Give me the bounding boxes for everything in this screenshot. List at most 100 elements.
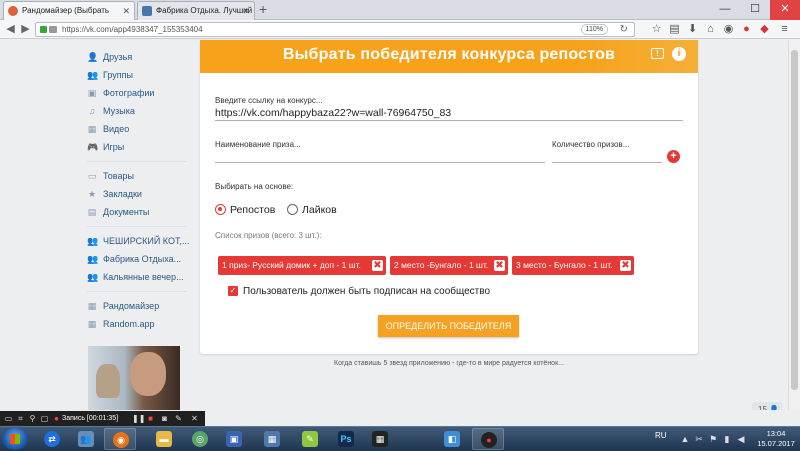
recording-status: Запись [00:01:35] [62,415,119,422]
sidebar-item-music[interactable]: ♫ Музыка [80,102,190,120]
sidebar-item-group-cheshire[interactable]: 👥 ЧЕШИРСКИЙ КОТ,... [80,232,190,250]
remove-prize-icon[interactable]: ✖ [494,260,505,271]
prize-count-input[interactable]: Количество призов... [552,140,629,149]
recorder-window-icon[interactable]: ▢ [40,414,49,423]
bookmark-star-icon[interactable]: ☆ [650,23,663,36]
forward-arrow-icon[interactable]: ▶ [18,22,33,37]
taskbar-photoshop[interactable]: Ps [330,428,362,450]
browser-nav-bar: ◀ ▶ https://vk.com/app4938347_155353404 … [0,20,800,39]
chat-icon[interactable]: ! [651,48,664,59]
reading-list-icon[interactable]: ▤ [668,23,681,36]
taskbar-app-green[interactable]: ◎ [184,428,216,450]
reposts-radio-label[interactable]: Репостов [230,204,275,216]
sidebar-item-documents[interactable]: ▤ Документы [80,203,190,221]
back-arrow-icon[interactable]: ◀ [3,22,18,37]
sidebar-divider [87,291,187,292]
likes-radio[interactable] [287,204,298,215]
taskbar-app-blue[interactable]: ◧ [436,428,468,450]
sidebar-item-group-hookah[interactable]: 👥 Кальянные вечер... [80,268,190,286]
record-indicator-icon: ● [54,414,59,423]
tray-tool-icon[interactable]: ✂ [694,434,704,444]
taskbar-explorer[interactable]: ▬ [148,428,180,450]
film-icon: ▦ [372,431,388,447]
sidebar-item-video[interactable]: ▦ Видео [80,120,190,138]
sidebar-item-label: Группы [103,70,133,80]
sidebar-item-app-random[interactable]: ▦ Random.app [80,315,190,333]
page-scrollbar[interactable] [788,40,800,410]
info-icon[interactable]: i [672,47,686,61]
reposts-radio[interactable] [215,204,226,215]
determine-winner-button[interactable]: ОПРЕДЕЛИТЬ ПОБЕДИТЕЛЯ [378,315,519,337]
pause-icon[interactable]: ❚❚ [132,414,145,423]
teamviewer-icon: ⇄ [44,431,60,447]
sidebar-item-goods[interactable]: ▭ Товары [80,167,190,185]
recorder-close-icon[interactable]: ✕ [190,414,199,423]
zoom-level[interactable]: 110% [580,24,608,35]
gamepad-icon: 🎮 [87,142,99,152]
remove-prize-icon[interactable]: ✖ [620,260,631,271]
address-bar[interactable]: https://vk.com/app4938347_155353404 110%… [35,22,635,37]
adblock-icon[interactable]: ● [740,23,753,36]
tray-flag-icon[interactable]: ⚑ [708,434,718,444]
reload-icon[interactable]: ↻ [620,23,628,36]
add-prize-button[interactable]: + [667,150,680,163]
sidebar-item-label: Кальянные вечер... [103,272,184,282]
sidebar-item-photos[interactable]: ▣ Фотографии [80,84,190,102]
close-window-button[interactable]: ✕ [770,0,800,20]
taskbar-recorder[interactable]: ● [472,428,504,450]
scrollbar-thumb[interactable] [791,50,798,390]
camera-icon[interactable]: ◙ [160,414,169,423]
prize-name-input[interactable]: Наименование приза... [215,140,301,149]
recorder-zoom-icon[interactable]: ⚲ [28,414,37,423]
download-icon[interactable]: ⬇ [686,23,699,36]
home-icon[interactable]: ⌂ [704,23,717,36]
contest-link-input[interactable]: https://vk.com/happybaza22?w=wall-769647… [215,107,451,119]
prize-chip-label: 2 место -Бунгало - 1 шт. [394,260,489,270]
pen-icon[interactable]: ✎ [174,414,183,423]
tab-randomizer[interactable]: Рандомайзер (Выбрать ✕ [3,1,135,20]
tray-volume-icon[interactable]: ◀ [736,434,746,444]
online-counter[interactable]: 15 👤 [752,402,782,410]
subscribe-checkbox-label[interactable]: Пользователь должен быть подписан на соо… [243,286,490,297]
taskbar-editor[interactable]: ✎ [294,428,326,450]
taskbar-users[interactable]: 👥 [70,428,102,450]
sidebar-divider [87,161,187,162]
sync-icon[interactable]: ◉ [722,23,735,36]
system-clock[interactable]: 13:04 15.07.2017 [757,429,795,449]
start-button[interactable] [2,428,28,450]
taskbar-save[interactable]: ▣ [218,428,250,450]
recorder-monitor-icon[interactable]: ▭ [4,414,13,423]
sidebar-item-app-randomizer[interactable]: ▦ Рандомайзер [80,297,190,315]
subscribe-checkbox[interactable]: ✓ [228,286,238,296]
maximize-button[interactable]: ☐ [740,0,770,20]
likes-radio-label[interactable]: Лайков [302,204,337,216]
remove-prize-icon[interactable]: ✖ [372,260,383,271]
taskbar-firefox[interactable]: ◉ [104,428,136,450]
sidebar-photo-banner[interactable] [88,346,180,410]
sidebar-item-games[interactable]: 🎮 Игры [80,138,190,156]
sidebar-item-group-fabrika[interactable]: 👥 Фабрика Отдыха... [80,250,190,268]
app-icon: ▦ [87,301,97,311]
tab-close-icon[interactable]: ✕ [122,2,130,20]
language-indicator[interactable]: RU [655,431,667,440]
taskbar-video[interactable]: ▦ [364,428,396,450]
tab-fabrika[interactable]: Фабрика Отдыха. Лучший с ✕ [137,1,255,20]
extension-icon[interactable]: ◆ [758,23,771,36]
app-icon: ▦ [87,319,97,329]
tab-close-icon[interactable]: ✕ [242,2,250,20]
sidebar-item-bookmarks[interactable]: ★ Закладки [80,185,190,203]
taskbar-teamviewer[interactable]: ⇄ [36,428,68,450]
new-tab-button[interactable]: + [259,1,267,18]
sidebar-item-groups[interactable]: 👥 Группы [80,66,190,84]
tray-network-icon[interactable]: ▮ [722,434,732,444]
randomizer-app-card: Выбрать победителя конкурса репостов ! i… [200,40,698,354]
sidebar-item-friends[interactable]: 👤 Друзья [80,48,190,66]
sidebar-item-label: ЧЕШИРСКИЙ КОТ,... [103,236,190,246]
stop-icon[interactable]: ■ [146,414,155,423]
recorder-crop-icon[interactable]: ⌗ [16,414,25,423]
menu-icon[interactable]: ≡ [778,23,791,36]
contest-link-label: Введите ссылку на конкурс... [215,96,323,105]
minimize-button[interactable]: — [710,0,740,20]
taskbar-network[interactable]: ▦ [256,428,288,450]
tray-arrow-icon[interactable]: ▲ [680,434,690,444]
